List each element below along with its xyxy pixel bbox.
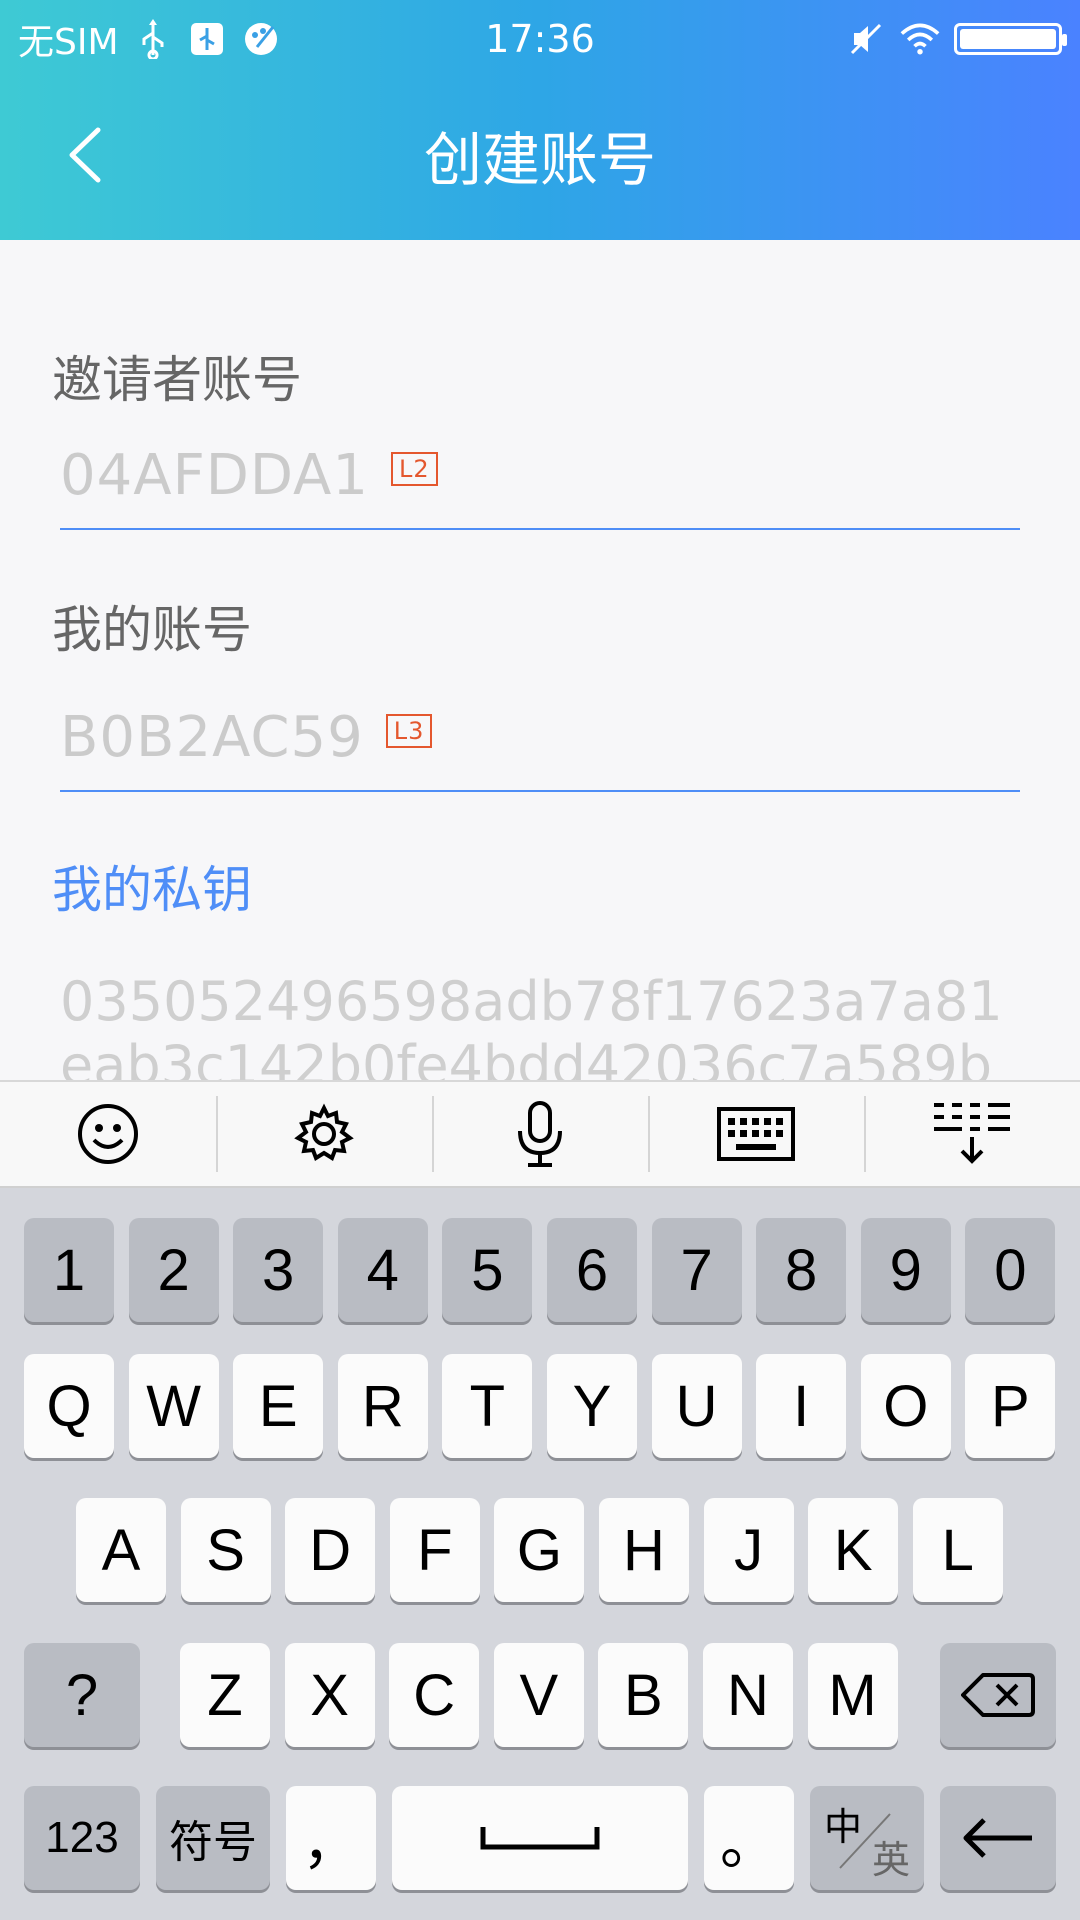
key-n[interactable]: N bbox=[703, 1643, 793, 1747]
microphone-icon bbox=[518, 1101, 562, 1167]
key-8[interactable]: 8 bbox=[756, 1218, 847, 1322]
settings-gear-icon bbox=[294, 1103, 354, 1161]
app-header: 无SIM 17:36 创建账号 bbox=[0, 0, 1080, 240]
key-9[interactable]: 9 bbox=[860, 1218, 951, 1322]
battery-icon bbox=[954, 23, 1067, 55]
inviter-account-field[interactable]: 04AFDDA1 L2 bbox=[60, 440, 1020, 530]
key-z[interactable]: Z bbox=[180, 1643, 270, 1747]
inviter-level-badge: L2 bbox=[390, 451, 438, 486]
symbols-key[interactable]: 符号 bbox=[156, 1786, 270, 1890]
enter-arrow-icon bbox=[963, 1818, 1032, 1858]
mute-icon bbox=[846, 19, 886, 59]
key-t[interactable]: T bbox=[442, 1354, 533, 1458]
settings-button[interactable] bbox=[216, 1082, 432, 1186]
backspace-key[interactable] bbox=[940, 1643, 1056, 1747]
key-d[interactable]: D bbox=[285, 1498, 376, 1602]
my-account-level-badge: L3 bbox=[385, 713, 433, 748]
key-1[interactable]: 1 bbox=[24, 1218, 114, 1322]
field-underline bbox=[60, 790, 1020, 792]
key-c[interactable]: C bbox=[389, 1643, 480, 1747]
carrier-label: 无SIM bbox=[18, 22, 119, 63]
period-key[interactable]: 。 bbox=[704, 1786, 794, 1890]
key-r[interactable]: R bbox=[337, 1354, 428, 1458]
emoji-icon bbox=[78, 1104, 138, 1164]
key-y[interactable]: Y bbox=[547, 1354, 637, 1458]
key-a[interactable]: A bbox=[76, 1498, 166, 1602]
paint-palette-icon bbox=[241, 19, 281, 59]
key-w[interactable]: W bbox=[128, 1354, 219, 1458]
language-switch-key[interactable]: 中 英 bbox=[810, 1786, 924, 1890]
key-b[interactable]: B bbox=[598, 1643, 689, 1747]
key-e[interactable]: E bbox=[233, 1354, 324, 1458]
keyboard-toolbar bbox=[0, 1080, 1080, 1188]
key-i[interactable]: I bbox=[756, 1354, 847, 1458]
my-account-field[interactable]: B0B2AC59 L3 bbox=[60, 702, 1020, 792]
private-key-label: 我的私钥 bbox=[52, 861, 252, 919]
my-account-label: 我的账号 bbox=[52, 601, 252, 659]
key-6[interactable]: 6 bbox=[547, 1218, 637, 1322]
key-v[interactable]: V bbox=[493, 1643, 584, 1747]
key-s[interactable]: S bbox=[180, 1498, 271, 1602]
wifi-icon bbox=[900, 19, 940, 59]
private-key-field[interactable]: 035052496598adb78f17623a7a81eab3c142b0fe… bbox=[60, 970, 1030, 1080]
key-m[interactable]: M bbox=[807, 1643, 898, 1747]
key-p[interactable]: P bbox=[965, 1354, 1056, 1458]
usb-debug-icon bbox=[187, 19, 227, 59]
space-key[interactable] bbox=[392, 1786, 688, 1890]
my-account-value: B0B2AC59 bbox=[60, 705, 364, 770]
key-o[interactable]: O bbox=[860, 1354, 951, 1458]
key-l[interactable]: L bbox=[912, 1498, 1003, 1602]
key-5[interactable]: 5 bbox=[442, 1218, 533, 1322]
inviter-account-value: 04AFDDA1 bbox=[60, 443, 369, 508]
lang-en-label: 英 bbox=[871, 1840, 910, 1882]
key-2[interactable]: 2 bbox=[128, 1218, 219, 1322]
status-bar: 无SIM 17:36 bbox=[18, 14, 1067, 64]
emoji-button[interactable] bbox=[0, 1082, 216, 1186]
create-account-form: 邀请者账号 04AFDDA1 L2 我的账号 B0B2AC59 L3 我的私钥 03… bbox=[0, 240, 1080, 1080]
voice-input-button[interactable] bbox=[432, 1082, 648, 1186]
question-key[interactable]: ? bbox=[24, 1643, 140, 1747]
keyboard-collapse-icon bbox=[934, 1103, 1010, 1164]
keyboard-icon bbox=[717, 1107, 795, 1161]
key-4[interactable]: 4 bbox=[337, 1218, 428, 1322]
space-bar-icon bbox=[480, 1827, 600, 1850]
key-u[interactable]: U bbox=[651, 1354, 742, 1458]
key-x[interactable]: X bbox=[284, 1643, 375, 1747]
comma-key[interactable]: ， bbox=[286, 1786, 376, 1890]
soft-keyboard: 1234567890 QWERTYUIOP ASDFGHJKL ZXCVBNM … bbox=[0, 1188, 1080, 1920]
key-g[interactable]: G bbox=[494, 1498, 585, 1602]
keyboard-switch-button[interactable] bbox=[648, 1082, 864, 1186]
numbers-mode-key[interactable]: 123 bbox=[24, 1786, 140, 1890]
key-q[interactable]: Q bbox=[24, 1354, 114, 1458]
key-h[interactable]: H bbox=[599, 1498, 689, 1602]
key-7[interactable]: 7 bbox=[651, 1218, 742, 1322]
key-f[interactable]: F bbox=[389, 1498, 480, 1602]
page-title: 创建账号 bbox=[423, 126, 656, 194]
hide-keyboard-button[interactable] bbox=[864, 1082, 1080, 1186]
backspace-icon bbox=[961, 1673, 1035, 1717]
key-0[interactable]: 0 bbox=[965, 1218, 1056, 1322]
field-underline bbox=[60, 528, 1020, 530]
key-j[interactable]: J bbox=[703, 1498, 794, 1602]
inviter-account-label: 邀请者账号 bbox=[52, 351, 302, 409]
key-3[interactable]: 3 bbox=[233, 1218, 324, 1322]
usb-icon bbox=[133, 19, 173, 59]
enter-key[interactable] bbox=[940, 1786, 1056, 1890]
key-k[interactable]: K bbox=[808, 1498, 899, 1602]
